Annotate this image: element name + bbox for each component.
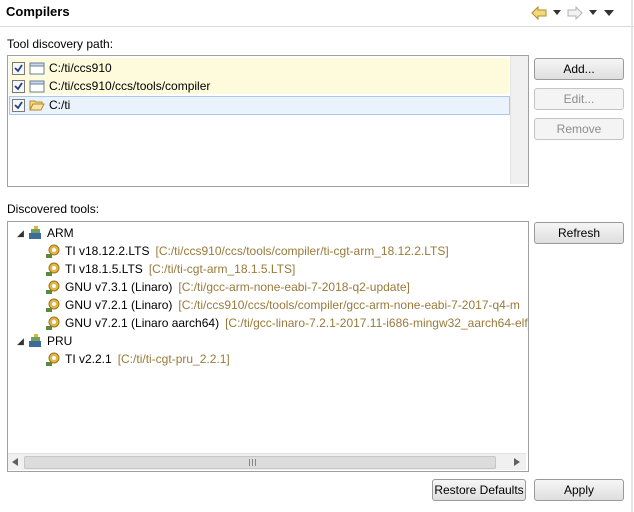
tool-path: [C:/ti/ti-cgt-arm_18.1.5.LTS]: [148, 262, 296, 276]
discovery-path-list[interactable]: C:/ti/ccs910 C:/ti/ccs910/ccs/tools/comp…: [7, 55, 529, 187]
tree-item[interactable]: GNU v7.3.1 (Linaro) [C:/ti/gcc-arm-none-…: [45, 278, 410, 296]
list-item[interactable]: C:/ti/ccs910/ccs/tools/compiler: [12, 77, 210, 95]
compiler-gear-icon: [46, 262, 60, 276]
vertical-scrollbar[interactable]: [510, 56, 528, 184]
back-menu-button[interactable]: [551, 4, 563, 22]
grip-icon: [249, 459, 256, 466]
compiler-gear-icon: [46, 244, 60, 258]
tree-item[interactable]: TI v2.2.1 [C:/ti/ti-cgt-pru_2.2.1]: [45, 350, 230, 368]
toolchain-group-icon: [29, 226, 41, 239]
folder-icon: [29, 80, 45, 93]
tool-path: [C:/ti/ti-cgt-pru_2.2.1]: [117, 352, 230, 366]
compiler-gear-icon: [46, 280, 60, 294]
forward-menu-button[interactable]: [587, 4, 599, 22]
tool-path: [C:/ti/gcc-arm-none-eabi-7-2018-q2-updat…: [178, 280, 410, 294]
back-arrow-icon: [531, 6, 547, 20]
tree-group-arm[interactable]: ◢ ARM: [17, 224, 74, 242]
tree-group-pru[interactable]: ◢ PRU: [17, 332, 72, 350]
forward-arrow-icon: [567, 6, 583, 20]
path-label: C:/ti: [49, 98, 71, 112]
tool-name: GNU v7.2.1 (Linaro): [65, 298, 173, 312]
compiler-gear-icon: [46, 316, 60, 330]
checkbox[interactable]: [12, 79, 25, 93]
tool-path: [C:/ti/ccs910/ccs/tools/compiler/ti-cgt-…: [155, 244, 449, 258]
page-title: Compilers: [6, 4, 70, 19]
tool-name: TI v18.12.2.LTS: [65, 244, 150, 258]
compiler-gear-icon: [46, 352, 60, 366]
tool-path: [C:/ti/ccs910/ccs/tools/compiler/gcc-arm…: [178, 298, 520, 312]
expand-triangle-icon[interactable]: ◢: [17, 336, 27, 347]
add-button[interactable]: Add...: [534, 58, 624, 80]
tool-name: GNU v7.2.1 (Linaro aarch64): [65, 316, 220, 330]
view-menu-button[interactable]: [599, 4, 619, 22]
tool-name: TI v2.2.1: [65, 352, 112, 366]
toolchain-group-icon: [29, 334, 41, 347]
group-name: ARM: [47, 226, 74, 240]
discovered-tools-tree[interactable]: ◢ ARM TI v18.12.2.LTS [C:/ti/ccs910/ccs/…: [7, 221, 529, 472]
apply-button[interactable]: Apply: [534, 479, 624, 501]
group-name: PRU: [47, 334, 73, 348]
discovery-path-label: Tool discovery path:: [7, 37, 114, 51]
tree-item[interactable]: GNU v7.2.1 (Linaro aarch64) [C:/ti/gcc-l…: [45, 314, 529, 332]
check-icon: [14, 82, 23, 90]
scroll-right-icon[interactable]: [514, 458, 520, 466]
tree-item[interactable]: TI v18.12.2.LTS [C:/ti/ccs910/ccs/tools/…: [45, 242, 449, 260]
discovered-tools-label: Discovered tools:: [7, 202, 100, 216]
tool-path: [C:/ti/gcc-linaro-7.2.1-2017.11-i686-min…: [225, 316, 529, 330]
folder-icon: [29, 62, 45, 75]
navigation-toolbar: [527, 4, 619, 22]
header-divider: [0, 26, 634, 27]
list-item[interactable]: C:/ti/ccs910: [12, 59, 112, 77]
list-item[interactable]: C:/ti: [12, 96, 70, 114]
horizontal-scrollbar[interactable]: [8, 453, 526, 470]
chevron-down-icon: [589, 10, 597, 15]
expand-triangle-icon[interactable]: ◢: [17, 228, 27, 239]
restore-defaults-button[interactable]: Restore Defaults: [432, 479, 526, 501]
tree-item[interactable]: GNU v7.2.1 (Linaro) [C:/ti/ccs910/ccs/to…: [45, 296, 520, 314]
tree-item[interactable]: TI v18.1.5.LTS [C:/ti/ti-cgt-arm_18.1.5.…: [45, 260, 295, 278]
tool-name: GNU v7.3.1 (Linaro): [65, 280, 173, 294]
chevron-down-icon: [553, 10, 561, 15]
window-edge: [631, 0, 633, 512]
path-label: C:/ti/ccs910: [49, 61, 112, 75]
checkbox[interactable]: [12, 98, 25, 112]
scroll-thumb[interactable]: [24, 456, 496, 469]
scroll-left-icon[interactable]: [12, 458, 18, 466]
open-folder-icon: [29, 100, 45, 111]
focused-row: [9, 96, 510, 115]
edit-button[interactable]: Edit...: [534, 88, 624, 110]
compiler-gear-icon: [46, 298, 60, 312]
path-label: C:/ti/ccs910/ccs/tools/compiler: [49, 79, 211, 93]
remove-button[interactable]: Remove: [534, 118, 624, 140]
back-button[interactable]: [527, 4, 551, 22]
view-menu-icon: [604, 9, 614, 16]
forward-button[interactable]: [563, 4, 587, 22]
refresh-button[interactable]: Refresh: [534, 222, 624, 244]
checkbox[interactable]: [12, 61, 25, 75]
check-icon: [14, 101, 23, 109]
check-icon: [14, 64, 23, 72]
tool-name: TI v18.1.5.LTS: [65, 262, 143, 276]
